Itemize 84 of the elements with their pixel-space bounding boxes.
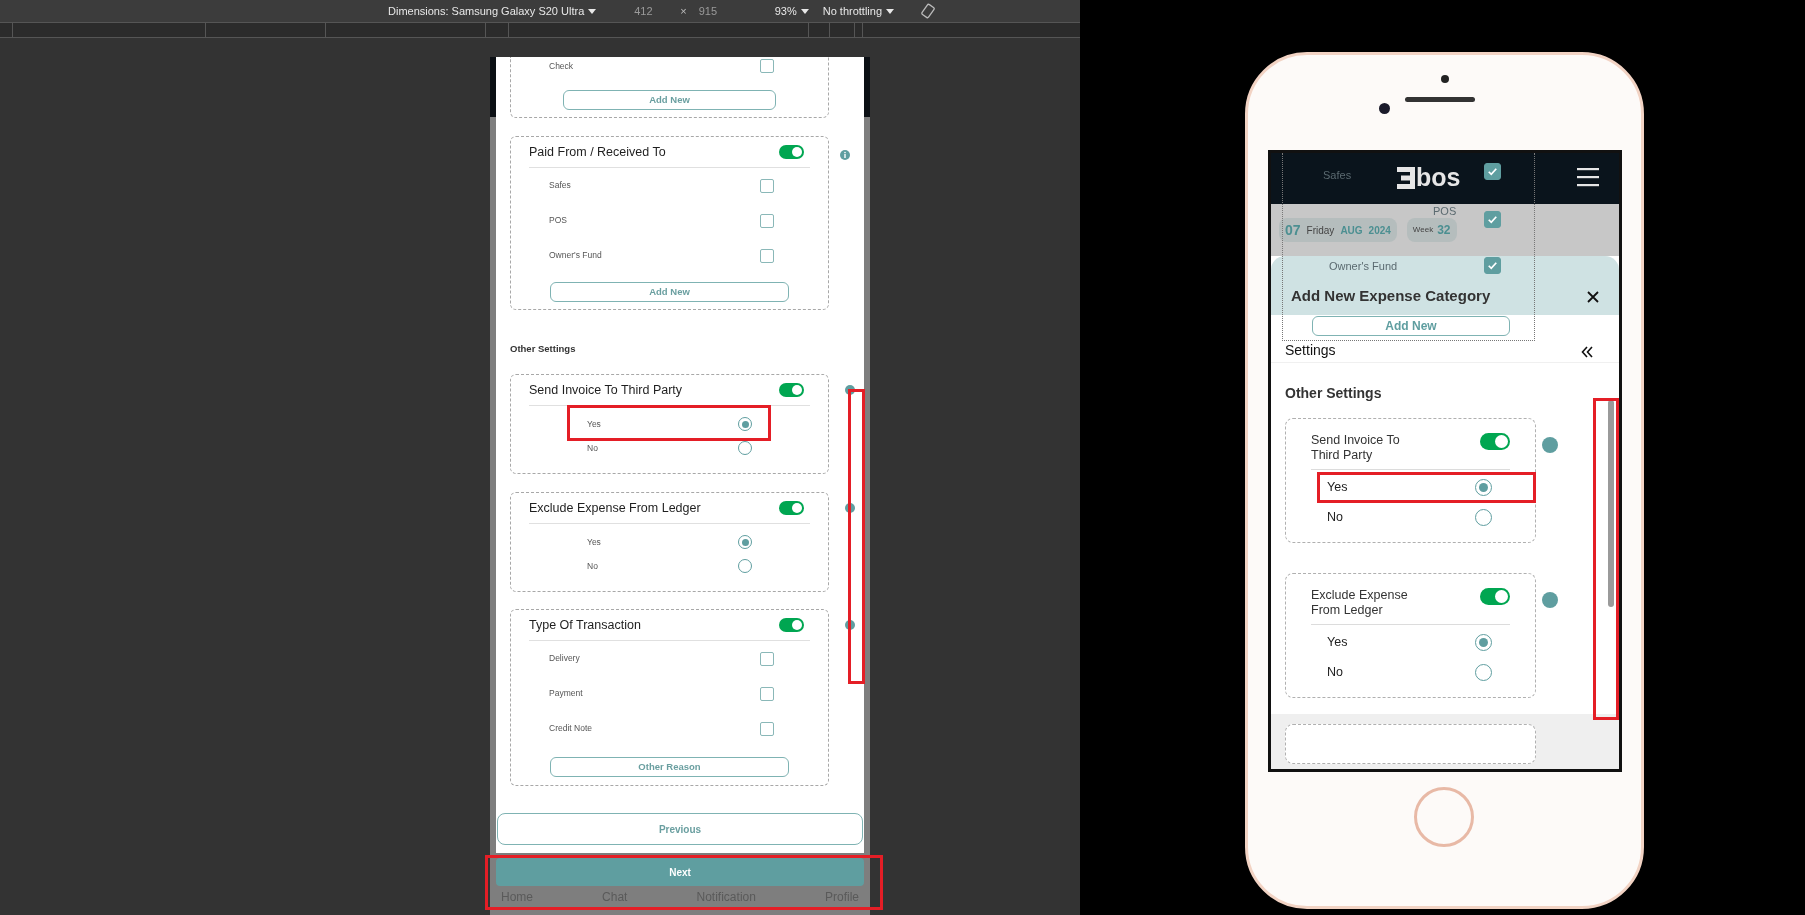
radio-button[interactable]: [738, 441, 752, 456]
overlay-label: Owner's Fund: [1329, 259, 1398, 274]
option-label: No: [587, 559, 598, 573]
week-label: Week: [1412, 224, 1434, 236]
add-button[interactable]: Add New: [563, 90, 776, 110]
overlay-label: POS: [1433, 204, 1457, 219]
speaker-grille: [1405, 97, 1475, 102]
option-label: Yes: [587, 417, 601, 431]
week-number: 32: [1437, 222, 1451, 239]
radio-button[interactable]: [1475, 478, 1492, 496]
option-label: POS: [549, 214, 567, 227]
checkbox[interactable]: [760, 59, 774, 73]
width-field[interactable]: 412: [634, 2, 675, 20]
day-number: 07: [1285, 220, 1301, 240]
radio-button[interactable]: [738, 535, 752, 550]
throttling-dropdown[interactable]: No throttling: [822, 2, 895, 20]
checkbox[interactable]: [760, 651, 774, 666]
option-label: Yes: [1327, 478, 1348, 496]
radio-button[interactable]: [1475, 508, 1492, 526]
app-logo: bos: [1416, 165, 1461, 190]
panel-title: Settings: [1285, 341, 1336, 360]
times-sign: ×: [680, 3, 687, 19]
info-icon[interactable]: [840, 150, 850, 160]
card-title: Send Invoice To Third Party: [1311, 433, 1401, 463]
option-label: Safes: [549, 179, 571, 192]
option-label: No: [587, 441, 598, 455]
home-button[interactable]: [1414, 787, 1474, 847]
add-button[interactable]: Add New: [1312, 316, 1510, 336]
checkbox[interactable]: [1484, 257, 1501, 274]
card-title: Exclude Expense From Ledger: [529, 499, 701, 517]
radio-button[interactable]: [738, 417, 752, 432]
checkbox[interactable]: [760, 248, 774, 263]
weekday: Friday: [1306, 223, 1335, 238]
overlay-label: Safes: [1323, 168, 1352, 183]
month: AUG: [1340, 223, 1363, 238]
caret-icon: [800, 8, 809, 14]
zoom-dropdown[interactable]: 93%: [774, 2, 809, 20]
device-dropdown[interactable]: Dimensions: Samsung Galaxy S20 Ultra: [388, 2, 597, 20]
add-button[interactable]: Other Reason: [550, 757, 789, 778]
option-label: Check: [549, 59, 574, 73]
section-title: Other Settings: [1285, 384, 1383, 403]
checkbox[interactable]: [760, 721, 774, 736]
option-label: No: [1327, 663, 1343, 681]
option-label: No: [1327, 508, 1343, 526]
radio-button[interactable]: [1475, 633, 1492, 651]
card-title: Exclude Expense From Ledger: [1311, 588, 1409, 618]
rotate-icon[interactable]: [920, 3, 937, 19]
checkbox[interactable]: [760, 213, 774, 228]
option-label: Credit Note: [549, 722, 592, 736]
option-label: Owner's Fund: [549, 249, 602, 262]
next-button[interactable]: Next: [496, 858, 864, 886]
card-title: Send Invoice To Third Party: [529, 381, 683, 399]
toggle-switch[interactable]: [779, 618, 804, 633]
option-label: Delivery: [549, 652, 580, 666]
toggle-switch[interactable]: [779, 383, 804, 398]
option-label: Payment: [549, 687, 583, 701]
toggle-switch[interactable]: [1480, 433, 1510, 450]
modal-title: Add New Expense Category: [1291, 285, 1491, 306]
option-label: Yes: [587, 535, 601, 549]
checkbox[interactable]: [1484, 163, 1501, 180]
height-field[interactable]: 915: [698, 2, 739, 20]
collapse-icon[interactable]: [1581, 346, 1593, 358]
scrollbar-thumb[interactable]: [1608, 400, 1614, 607]
checkbox[interactable]: [760, 178, 774, 193]
toggle-switch[interactable]: [1480, 588, 1510, 605]
toggle-switch[interactable]: [779, 501, 804, 516]
checkbox[interactable]: [760, 686, 774, 701]
previous-button[interactable]: Previous: [497, 813, 863, 846]
year: 2024: [1368, 223, 1391, 238]
close-icon[interactable]: [1587, 291, 1599, 303]
card-title: Paid From / Received To: [529, 143, 666, 161]
camera-lens: [1379, 103, 1390, 114]
radio-button[interactable]: [1475, 663, 1492, 681]
section-title: Other Settings: [510, 342, 577, 356]
caret-icon: [588, 8, 597, 14]
menu-icon[interactable]: [1577, 167, 1599, 187]
add-button[interactable]: Add New: [550, 282, 789, 302]
checkbox[interactable]: [1484, 211, 1501, 228]
card-title: Type Of Transaction: [529, 616, 641, 634]
option-label: Yes: [1327, 633, 1348, 651]
caret-icon: [886, 8, 895, 14]
toggle-switch[interactable]: [779, 145, 804, 159]
radio-button[interactable]: [738, 559, 752, 574]
logo-mark-icon: [1397, 166, 1415, 189]
